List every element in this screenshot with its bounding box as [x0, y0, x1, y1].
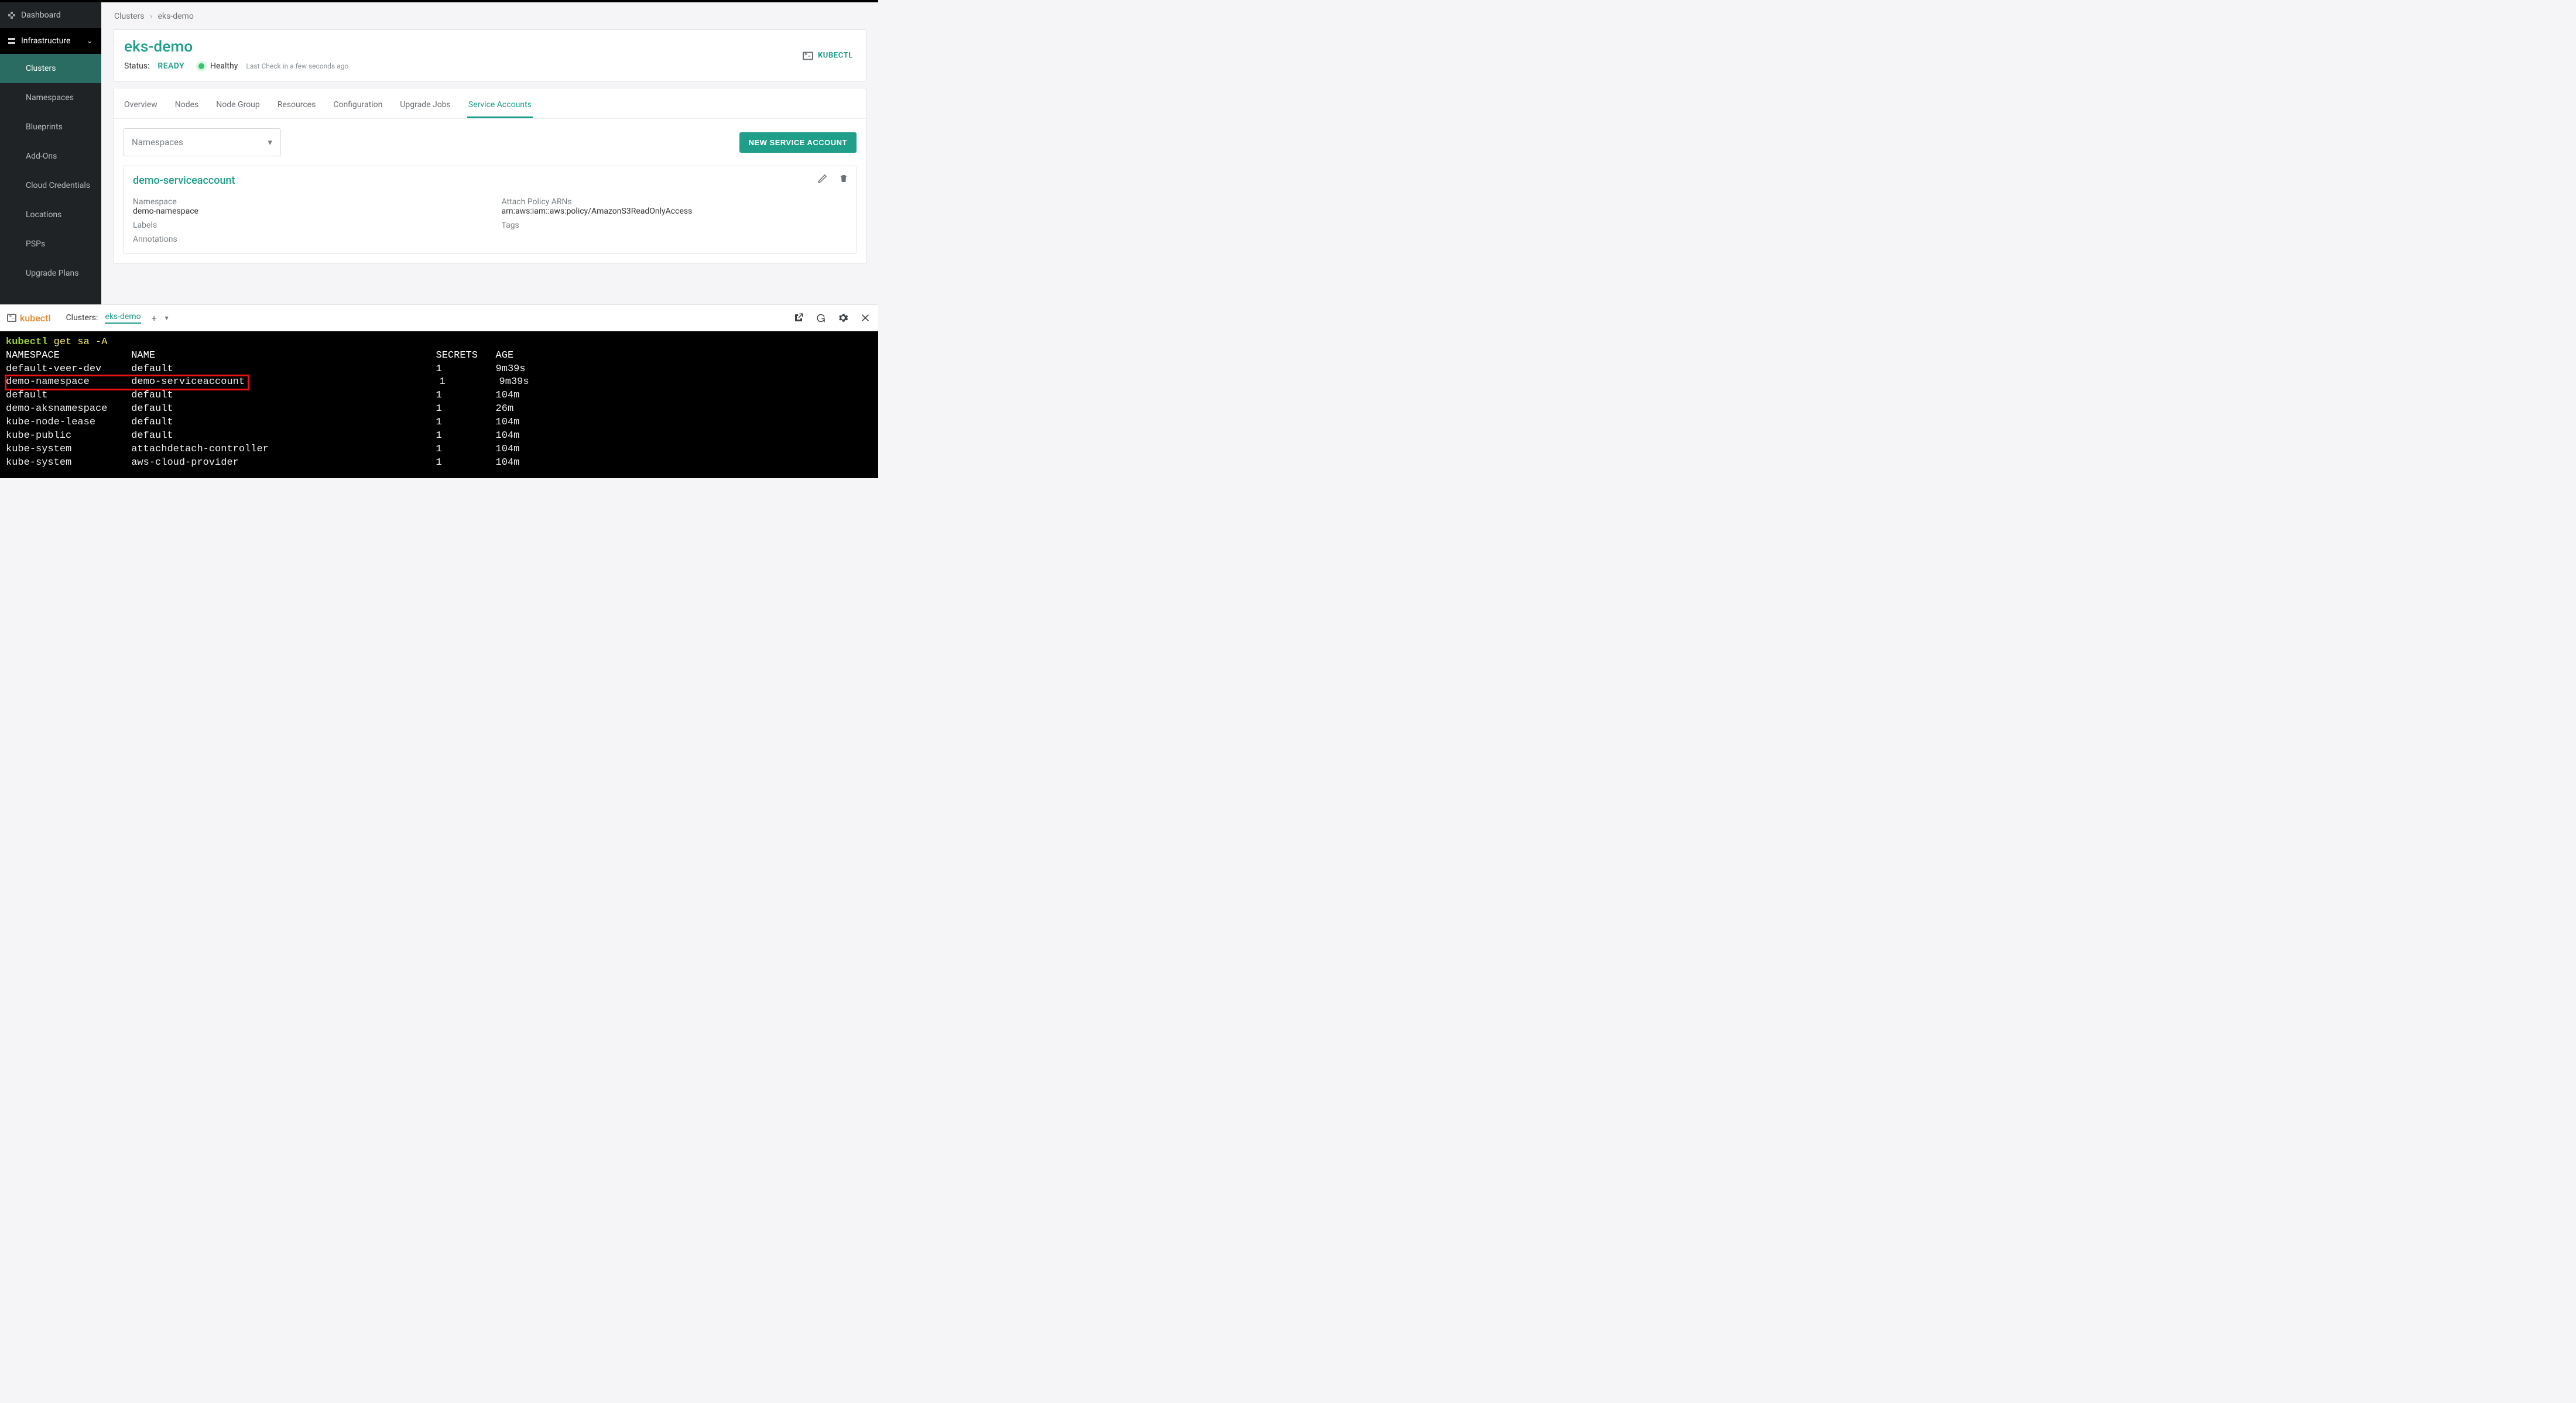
sa-arn-label: Attach Policy ARNs	[502, 197, 847, 207]
close-icon[interactable]	[859, 312, 871, 324]
cluster-dropdown-icon[interactable]: ▾	[165, 314, 169, 322]
sidebar-item-label: Namespaces	[26, 93, 74, 102]
breadcrumb: Clusters › eks-demo	[101, 2, 878, 23]
sa-annotations-label: Annotations	[133, 235, 478, 244]
tab-label: Overview	[124, 100, 157, 109]
sidebar-item-psps[interactable]: PSPs	[0, 229, 101, 259]
terminal-output[interactable]: kubectl get sa -ANAMESPACE NAME SECRETS …	[0, 331, 878, 478]
kubectl-button[interactable]: KUBECTL	[798, 48, 858, 64]
cluster-tab[interactable]: eks-demo	[105, 312, 141, 324]
service-account-title[interactable]: demo-serviceaccount	[133, 174, 847, 187]
sidebar-item-label: Add-Ons	[26, 152, 57, 161]
cluster-title: eks-demo	[124, 38, 855, 56]
terminal-tools	[793, 312, 871, 324]
tab-resources[interactable]: Resources	[276, 97, 317, 118]
tab-label: Upgrade Jobs	[400, 100, 450, 109]
tab-configuration[interactable]: Configuration	[332, 97, 383, 118]
tab-overview[interactable]: Overview	[123, 97, 159, 118]
sidebar-item-namespaces[interactable]: Namespaces	[0, 83, 101, 112]
sidebar-item-label: Upgrade Plans	[26, 269, 79, 278]
namespaces-select[interactable]: Namespaces ▾	[123, 128, 281, 156]
tab-service-accounts[interactable]: Service Accounts	[467, 97, 533, 118]
sidebar-item-blueprints[interactable]: Blueprints	[0, 112, 101, 142]
status-value: READY	[157, 61, 184, 71]
service-account-details: Namespace demo-namespace Labels Annotati…	[133, 193, 847, 244]
health-dot-icon	[198, 63, 204, 69]
settings-icon[interactable]	[837, 312, 849, 324]
breadcrumb-current: eks-demo	[158, 12, 194, 21]
sidebar-item-label: Infrastructure	[21, 36, 70, 46]
service-account-actions	[816, 172, 850, 185]
sidebar-item-label: PSPs	[26, 239, 45, 249]
kubectl-brand-label: kubectl	[20, 313, 51, 324]
sidebar-item-label: Locations	[26, 210, 61, 219]
status-row: Status: READY Healthy Last Check in a fe…	[124, 61, 855, 71]
kubectl-brand: kubectl	[7, 313, 51, 324]
sidebar-item-locations[interactable]: Locations	[0, 200, 101, 229]
chevron-down-icon: ⌄	[86, 36, 93, 46]
sidebar-item-cloud-credentials[interactable]: Cloud Credentials	[0, 171, 101, 200]
sa-namespace-label: Namespace	[133, 197, 478, 207]
sidebar-item-dashboard[interactable]: Dashboard	[0, 2, 101, 28]
sidebar: Dashboard Infrastructure ⌄ Clusters Name…	[0, 2, 101, 304]
delete-icon[interactable]	[837, 172, 850, 185]
open-new-icon[interactable]	[793, 312, 804, 324]
sidebar-item-clusters[interactable]: Clusters	[0, 54, 101, 83]
new-service-account-button[interactable]: NEW SERVICE ACCOUNT	[739, 132, 857, 153]
sa-namespace-value: demo-namespace	[133, 207, 478, 216]
main-content: Clusters › eks-demo eks-demo Status: REA…	[101, 2, 878, 304]
health-text: Healthy	[210, 61, 238, 71]
sidebar-item-label: Dashboard	[21, 11, 61, 20]
sa-labels-label: Labels	[133, 221, 478, 230]
clusters-label: Clusters:	[66, 313, 98, 323]
status-label: Status:	[124, 61, 149, 71]
last-check-text: Last Check in a few seconds ago	[246, 62, 348, 70]
sa-tags-label: Tags	[502, 221, 847, 230]
filter-row: Namespaces ▾ NEW SERVICE ACCOUNT	[114, 119, 866, 166]
terminal-icon	[7, 314, 16, 322]
tab-nodes[interactable]: Nodes	[174, 97, 200, 118]
kubectl-bar: kubectl Clusters: eks-demo + ▾	[0, 304, 878, 331]
infrastructure-icon	[8, 37, 15, 44]
tab-node-group[interactable]: Node Group	[215, 97, 261, 118]
cluster-header-card: eks-demo Status: READY Healthy Last Chec…	[113, 29, 866, 82]
sidebar-item-addons[interactable]: Add-Ons	[0, 142, 101, 171]
namespaces-select-label: Namespaces	[132, 137, 183, 147]
tab-label: Resources	[278, 100, 316, 109]
sa-arn-value: arn:aws:iam::aws:policy/AmazonS3ReadOnly…	[502, 207, 847, 216]
add-cluster-icon[interactable]: +	[152, 313, 157, 324]
sidebar-item-upgrade-plans[interactable]: Upgrade Plans	[0, 259, 101, 288]
tab-upgrade-jobs[interactable]: Upgrade Jobs	[399, 97, 451, 118]
tab-label: Node Group	[216, 100, 259, 109]
detail-card: Overview Nodes Node Group Resources Conf…	[113, 88, 866, 264]
service-account-card: demo-serviceaccount Namespace demo-names…	[123, 166, 857, 254]
tabs: Overview Nodes Node Group Resources Conf…	[114, 88, 866, 119]
tab-label: Nodes	[175, 100, 199, 109]
sidebar-item-label: Cloud Credentials	[26, 181, 90, 190]
kubectl-button-label: KUBECTL	[818, 52, 853, 60]
tab-label: Configuration	[333, 100, 382, 109]
breadcrumb-separator: ›	[150, 12, 152, 21]
breadcrumb-root[interactable]: Clusters	[114, 12, 144, 21]
refresh-icon[interactable]	[815, 312, 827, 324]
sidebar-item-label: Clusters	[26, 64, 56, 73]
sidebar-item-infrastructure[interactable]: Infrastructure ⌄	[0, 28, 101, 54]
tab-label: Service Accounts	[468, 100, 532, 109]
sidebar-item-label: Blueprints	[26, 122, 63, 132]
terminal-icon	[803, 52, 813, 60]
caret-down-icon: ▾	[268, 137, 272, 147]
dashboard-icon	[8, 12, 15, 19]
edit-icon[interactable]	[816, 172, 829, 185]
